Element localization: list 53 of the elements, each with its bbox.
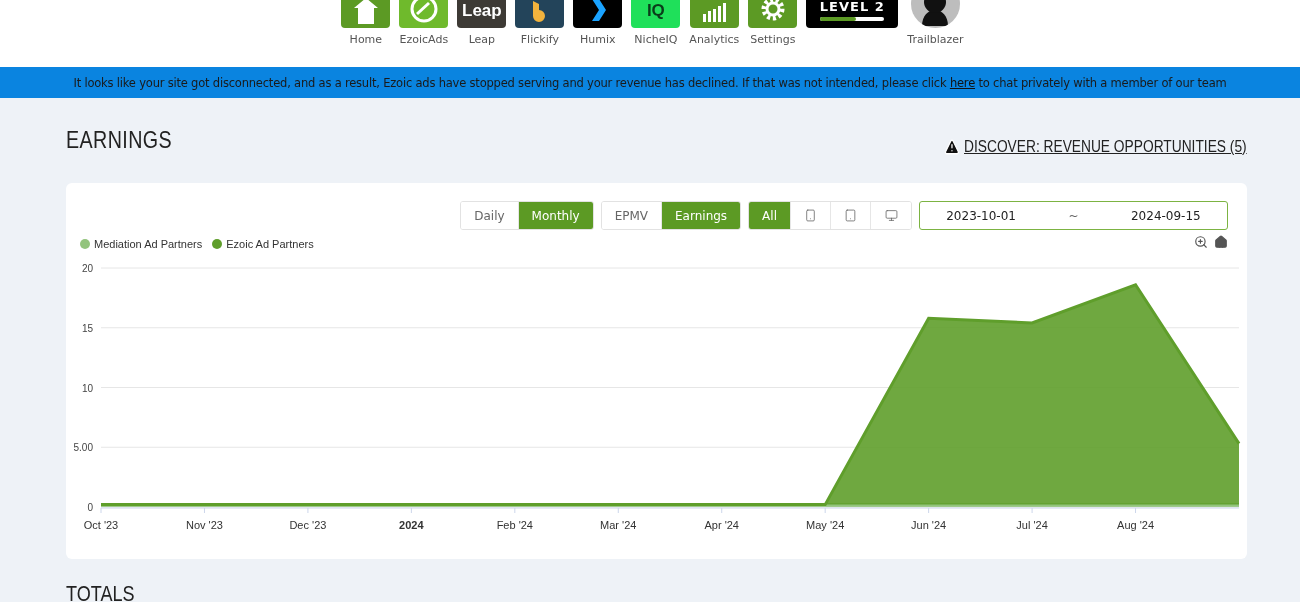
y-tick-label: 15: [81, 322, 93, 334]
zoom-icon[interactable]: [1194, 235, 1208, 249]
nav-label[interactable]: Trailblazer: [907, 33, 964, 46]
nav-label[interactable]: Home: [349, 33, 383, 46]
bar-chart-icon: [701, 0, 728, 22]
metric-tab[interactable]: EPMV: [601, 202, 663, 229]
y-tick-label: 5.00: [73, 442, 93, 454]
circle-slash-icon: [408, 0, 439, 24]
disconnect-notice: It looks like your site got disconnected, and as a result, Ezoic ads have stopped serving and your revenue has declined. If that was not intended, please click here to chat privately with a member of our team: [73, 75, 1227, 90]
logo-text: IQ: [646, 1, 665, 21]
date-range-field[interactable]: 2023-10-01 ~ 2024-09-15: [919, 201, 1228, 230]
phone-icon: [804, 209, 817, 222]
y-tick-label: 0: [87, 502, 93, 513]
home-icon[interactable]: [1214, 235, 1228, 249]
nav-label[interactable]: Leap: [468, 33, 496, 46]
level-title: LEVEL 2: [819, 0, 885, 14]
x-tick-label: Jul '24: [1016, 519, 1048, 531]
totals-title: TOTALS: [66, 581, 136, 602]
end-date: 2024-09-15: [1131, 208, 1201, 223]
x-tick-label: Oct '23: [83, 519, 119, 531]
nav-label[interactable]: Settings: [750, 33, 796, 46]
logo-text: Leap: [462, 1, 502, 21]
desktop-icon: [884, 209, 898, 222]
nav-label[interactable]: Humix: [580, 33, 616, 46]
x-tick-label: Apr '24: [704, 519, 739, 531]
chevron-icon: [589, 0, 606, 21]
tablet-icon: [844, 209, 857, 222]
warning-icon: [944, 138, 961, 156]
x-tick-label: May '24: [806, 519, 845, 531]
earnings-title: EARNINGS: [66, 126, 173, 154]
period-tab[interactable]: Daily: [461, 202, 519, 229]
discover-link[interactable]: DISCOVER: REVENUE OPPORTUNITIES (5): [944, 138, 1247, 156]
nav-label[interactable]: NicheIQ: [634, 33, 678, 46]
x-tick-label: 2024: [399, 519, 424, 531]
start-date: 2023-10-01: [946, 208, 1016, 223]
house-icon: [353, 0, 378, 24]
x-tick-label: Jun '24: [911, 519, 947, 531]
nav-label[interactable]: Flickify: [520, 33, 559, 46]
range-separator: ~: [1068, 208, 1079, 223]
x-tick-label: Aug '24: [1117, 519, 1155, 531]
x-tick-label: Dec '23: [289, 519, 327, 531]
level-badge[interactable]: LEVEL 2: [806, 0, 899, 28]
nav-label[interactable]: Analytics: [689, 33, 740, 46]
nav-label[interactable]: EzoicAds: [399, 33, 449, 46]
settings-icon: [759, 0, 786, 22]
x-tick-label: Feb '24: [496, 519, 533, 531]
leap-tile[interactable]: Leap: [457, 0, 507, 28]
y-tick-label: 20: [81, 263, 93, 274]
nicheiq-tile[interactable]: IQ: [631, 0, 681, 28]
chat-link[interactable]: here: [949, 75, 975, 90]
y-tick-label: 10: [81, 382, 93, 394]
x-tick-label: Nov '23: [186, 519, 223, 531]
x-tick-label: Mar '24: [600, 519, 637, 531]
